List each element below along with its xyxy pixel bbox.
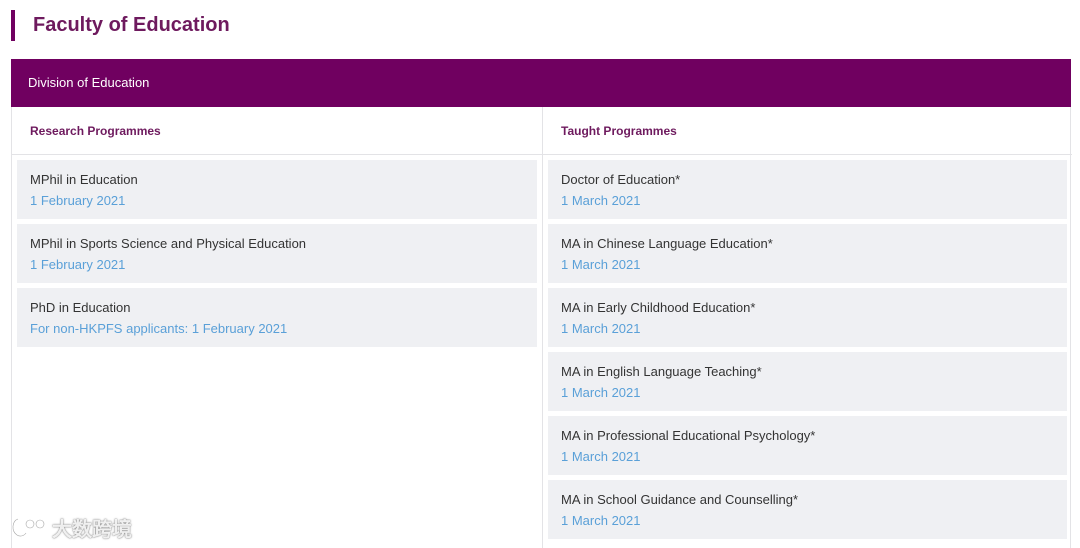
research-header: Research Programmes <box>12 107 542 155</box>
list-item[interactable]: MA in Early Childhood Education* 1 March… <box>548 288 1067 347</box>
list-item[interactable]: MA in Professional Educational Psycholog… <box>548 416 1067 475</box>
taught-list: Doctor of Education* 1 March 2021 MA in … <box>543 155 1072 539</box>
programme-name[interactable]: MPhil in Sports Science and Physical Edu… <box>30 236 524 252</box>
watermark-text: 大数跨境 <box>52 518 132 541</box>
list-item[interactable]: MPhil in Sports Science and Physical Edu… <box>17 224 537 283</box>
programme-name[interactable]: PhD in Education <box>30 300 524 316</box>
programme-name[interactable]: MA in School Guidance and Counselling* <box>561 492 1054 508</box>
programme-deadline: 1 March 2021 <box>561 513 641 528</box>
programme-name[interactable]: Doctor of Education* <box>561 172 1054 188</box>
division-panel: Division of Education Research Programme… <box>11 59 1072 548</box>
division-header[interactable]: Division of Education <box>11 59 1071 107</box>
list-item[interactable]: MA in School Guidance and Counselling* 1… <box>548 480 1067 539</box>
programme-deadline: 1 March 2021 <box>561 449 641 464</box>
taught-column: Taught Programmes Doctor of Education* 1… <box>542 107 1072 548</box>
list-item[interactable]: MA in English Language Teaching* 1 March… <box>548 352 1067 411</box>
watermark: 大数跨境 <box>8 514 132 541</box>
research-column: Research Programmes MPhil in Education 1… <box>12 107 542 548</box>
programme-deadline: For non-HKPFS applicants: 1 February 202… <box>30 321 288 336</box>
page: Faculty of Education Division of Educati… <box>0 0 1080 548</box>
list-item[interactable]: MA in Chinese Language Education* 1 Marc… <box>548 224 1067 283</box>
programme-name[interactable]: MA in English Language Teaching* <box>561 364 1054 380</box>
list-item[interactable]: Doctor of Education* 1 March 2021 <box>548 160 1067 219</box>
programme-name[interactable]: MA in Professional Educational Psycholog… <box>561 428 1054 444</box>
programme-deadline: 1 February 2021 <box>30 193 126 208</box>
research-list: MPhil in Education 1 February 2021 MPhil… <box>12 155 542 347</box>
programme-deadline: 1 February 2021 <box>30 257 126 272</box>
programme-deadline: 1 March 2021 <box>561 321 641 336</box>
programme-name[interactable]: MA in Chinese Language Education* <box>561 236 1054 252</box>
page-title: Faculty of Education <box>11 10 230 41</box>
programme-deadline: 1 March 2021 <box>561 193 641 208</box>
programme-deadline: 1 March 2021 <box>561 257 641 272</box>
list-item[interactable]: MPhil in Education 1 February 2021 <box>17 160 537 219</box>
brand-logo-icon <box>11 517 46 538</box>
programme-name[interactable]: MA in Early Childhood Education* <box>561 300 1054 316</box>
programme-name[interactable]: MPhil in Education <box>30 172 524 188</box>
programme-deadline: 1 March 2021 <box>561 385 641 400</box>
list-item[interactable]: PhD in Education For non-HKPFS applicant… <box>17 288 537 347</box>
taught-header: Taught Programmes <box>543 107 1072 155</box>
